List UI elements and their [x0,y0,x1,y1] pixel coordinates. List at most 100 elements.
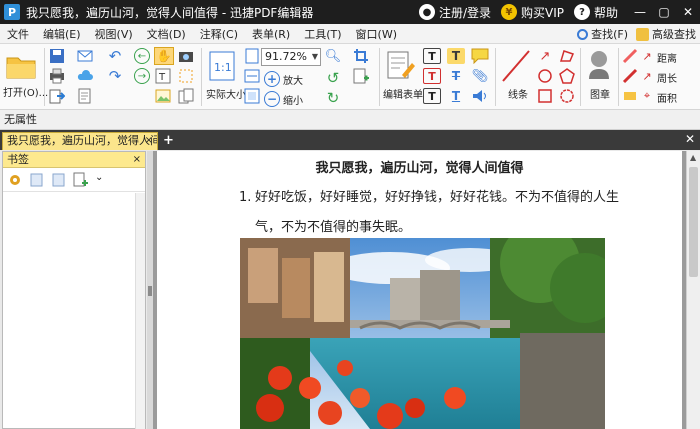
menu-form[interactable]: 表单(R) [245,26,297,42]
ellipse-tool-button[interactable] [536,68,554,84]
attach-button[interactable]: 📎︎ [471,68,489,84]
help-button[interactable]: ? 帮助 [573,4,618,21]
hand-tool-button[interactable]: ✋ [154,47,174,65]
bookmark-expand-button[interactable] [29,172,45,188]
menu-file[interactable]: 文件 [0,26,36,42]
print-button[interactable] [48,68,66,84]
measure-arrow-2: ↗ [640,68,654,84]
fit-page-icon [245,48,259,64]
measure-arrow-3: ⌖ [640,88,654,104]
document-tab[interactable]: 我只愿我，遍历山河，觉得人间值得 × [2,132,158,150]
add-tab-button[interactable]: + [163,133,174,148]
magnifier-icon: 🔍︎ [324,48,342,64]
underline-button[interactable]: T [447,88,465,104]
list-field-button[interactable]: T [423,88,441,104]
checkbox-field-button[interactable]: T [423,68,441,84]
window-title: 我只愿我，遍历山河，觉得人间值得 - 迅捷PDF编辑器 [26,5,314,20]
folder-icon [6,57,36,79]
email-button[interactable] [76,48,94,64]
image-tool-button[interactable] [154,88,172,104]
bookmark-scrollbar[interactable] [135,193,145,429]
rotate-left-button[interactable]: ↺ [324,69,342,87]
close-panel-icon[interactable]: × [133,152,141,168]
login-button[interactable]: ● 注册/登录 [418,4,491,21]
rotate-right-button[interactable]: ↻ [324,89,342,107]
select-area-button[interactable] [177,68,195,84]
menu-document[interactable]: 文档(D) [140,26,193,42]
cloud-button[interactable] [76,68,94,84]
magnifier-button[interactable]: 🔍︎ [324,48,342,64]
arrow-left-icon: ← [137,50,147,62]
document-scrollbar[interactable]: ▲ [686,151,700,429]
distance-ruler-icon [622,48,638,64]
search-button[interactable]: 查找(F) [577,26,628,42]
area-tool-button[interactable] [622,88,638,104]
sound-button[interactable] [471,88,489,104]
export-button[interactable] [48,88,66,104]
text-field-button[interactable]: T [423,48,441,64]
insert-page-button[interactable] [352,68,370,84]
save-button[interactable] [48,48,66,64]
rotate-left-icon: ↺ [326,69,340,87]
fit-visible-button[interactable] [244,88,260,104]
edit-form-button[interactable] [386,50,416,82]
crop-button[interactable] [352,48,370,64]
arrow-tool-button[interactable]: ↗ [536,48,554,64]
page-tool-button[interactable] [177,88,195,104]
advanced-search-button[interactable]: 高级查找 [636,26,696,42]
menu-comment[interactable]: 注释(C) [193,26,245,42]
scrollbar-thumb[interactable] [689,167,698,277]
area-ruler-icon [624,92,636,100]
stamp-button[interactable] [584,48,614,84]
bookmark-collapse-button[interactable] [51,172,67,188]
zoom-in-button[interactable]: + [264,71,280,87]
bookmark-settings-button[interactable] [7,172,23,188]
fit-page-button[interactable] [244,48,260,64]
perimeter-tool-button[interactable] [622,68,638,84]
menu-window[interactable]: 窗口(W) [349,26,404,42]
distance-tool-button[interactable] [622,48,638,64]
close-tab-icon[interactable]: × [145,133,153,149]
speaker-icon [473,90,486,102]
select-text-button[interactable]: T [154,68,172,84]
zoom-out-button[interactable]: − [264,91,280,107]
buy-vip-button[interactable]: ¥ 购买VIP [500,4,564,21]
close-window-button[interactable]: ✕ [676,0,700,24]
redo-button[interactable]: ↷ [106,67,124,85]
typewriter-button[interactable]: T [447,48,465,64]
vip-icon: ¥ [500,4,517,20]
zoom-level-value: 91.72% [265,50,307,63]
more-options-button[interactable]: ⌄ [95,172,111,188]
circle-icon [538,69,552,83]
polygon-tool-button[interactable] [558,48,576,64]
scroll-up-icon[interactable]: ▲ [690,153,696,162]
fit-width-button[interactable] [244,68,260,84]
maximize-button[interactable]: ▢ [652,0,676,24]
document-properties-button[interactable] [76,88,94,104]
undo-button[interactable]: ↶ [106,47,124,65]
menu-view[interactable]: 视图(V) [88,26,140,42]
add-bookmark-button[interactable] [73,172,89,188]
lines-button[interactable] [500,48,532,84]
menu-tools[interactable]: 工具(T) [297,26,348,42]
note-button[interactable] [471,48,489,64]
zoom-level-input[interactable]: 91.72% ▼ [261,48,321,66]
strikeout-button[interactable]: T [447,68,465,84]
cloud-shape-tool-button[interactable] [558,88,576,104]
actual-size-button[interactable]: 1:1 [208,50,236,82]
snapshot-button[interactable] [177,48,195,64]
minimize-button[interactable]: — [628,0,652,24]
previous-page-button[interactable]: ← [134,48,150,64]
close-all-tabs-button[interactable]: ✕ [685,132,695,146]
edit-form-icon [387,51,415,79]
undo-icon: ↶ [108,47,122,65]
underline-icon: T [451,89,461,103]
rectangle-tool-button[interactable] [536,88,554,104]
arrow-icon: ↗ [642,49,652,63]
pentagon-tool-button[interactable] [558,68,576,84]
menu-edit[interactable]: 编辑(E) [36,26,88,42]
next-page-button[interactable]: → [134,68,150,84]
open-button[interactable] [4,50,38,82]
export-icon [49,89,65,104]
document-heading: 我只愿我，遍历山河，觉得人间值得 [315,161,524,176]
